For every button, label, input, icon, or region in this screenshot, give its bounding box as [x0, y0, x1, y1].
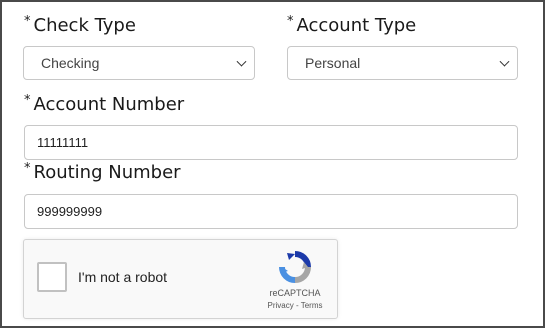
check-type-select[interactable]: Checking [23, 46, 255, 80]
form-panel: * Check Type Checking * Account Type Perso… [0, 0, 545, 328]
routing-number-label-text: Routing Number [33, 162, 181, 183]
recaptcha-logo-icon [279, 251, 311, 283]
recaptcha-widget: I'm not a robot reCAPTCHA Privacy - Term… [23, 239, 338, 319]
account-type-select[interactable]: Personal [287, 46, 518, 80]
account-number-label: * Account Number [24, 93, 185, 115]
account-type-value: Personal [305, 55, 361, 71]
account-type-label-text: Account Type [296, 15, 417, 36]
routing-number-value: 999999999 [37, 204, 103, 219]
check-type-value: Checking [41, 55, 100, 71]
routing-number-input[interactable]: 999999999 [24, 194, 518, 229]
links-separator: - [293, 301, 301, 310]
check-type-label-text: Check Type [33, 15, 136, 36]
account-type-label: * Account Type [287, 14, 417, 36]
check-type-label: * Check Type [24, 14, 136, 36]
chevron-down-icon [236, 56, 247, 67]
chevron-down-icon [499, 56, 510, 67]
recaptcha-links: Privacy - Terms [250, 301, 340, 310]
account-number-value: 11111111 [37, 135, 89, 150]
recaptcha-brand: reCAPTCHA [269, 288, 321, 298]
terms-link[interactable]: Terms [301, 301, 323, 310]
required-marker: * [24, 14, 31, 29]
account-number-label-text: Account Number [33, 94, 185, 115]
required-marker: * [24, 93, 31, 108]
privacy-link[interactable]: Privacy [268, 301, 294, 310]
recaptcha-checkbox[interactable] [37, 262, 67, 292]
required-marker: * [24, 161, 31, 176]
routing-number-label: * Routing Number [24, 161, 181, 183]
recaptcha-label: I'm not a robot [78, 269, 168, 285]
account-number-input[interactable]: 11111111 [24, 125, 518, 160]
required-marker: * [287, 14, 294, 29]
